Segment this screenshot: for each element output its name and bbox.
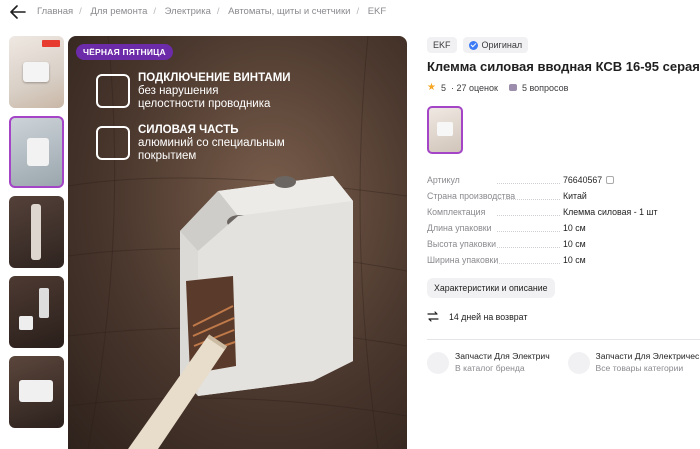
color-variant-thumbnail[interactable] (427, 106, 463, 154)
return-info: 14 дней на возврат (427, 311, 700, 322)
copy-icon[interactable] (606, 176, 615, 184)
questions-count[interactable]: 5 вопросов (522, 83, 568, 93)
spec-key: Артикул (427, 175, 460, 185)
card-subtitle: В каталог бренда (455, 363, 525, 373)
spec-value: Клемма силовая - 1 шт (563, 207, 658, 217)
promo-badge: ЧЁРНАЯ ПЯТНИЦА (76, 44, 173, 60)
star-icon: ★ (427, 82, 436, 93)
spec-row: Артикул 76640567 (427, 172, 700, 188)
category-icon (567, 352, 590, 374)
brand-category-cards: Запчасти Для Электрич В каталог бренда З… (427, 350, 700, 374)
spec-value: Китай (563, 191, 587, 201)
card-title: Запчасти Для Электричес (595, 351, 700, 361)
characteristics-button[interactable]: Характеристики и описание (427, 278, 555, 298)
thumbnail-3[interactable] (9, 196, 64, 268)
brand-card[interactable]: Запчасти Для Электрич В каталог бренда (427, 350, 560, 374)
power-part-icon (96, 126, 130, 160)
feature-title: СИЛОВАЯ ЧАСТЬ (138, 124, 239, 136)
feature-subtitle: алюминий со специальным (138, 137, 285, 149)
question-icon (508, 84, 517, 91)
thumbnail-2[interactable] (9, 116, 64, 188)
thumbnail-strip (9, 36, 65, 436)
original-badge: Оригинал (462, 37, 529, 53)
thumbnail-5[interactable] (9, 356, 64, 428)
feature-subtitle: без нарушения (138, 85, 219, 97)
rating-row: ★ 5 · 27 оценок 5 вопросов (427, 82, 700, 93)
product-title: Клемма силовая вводная КСВ 16-95 серая (427, 59, 700, 74)
spec-key: Ширина упаковки (427, 255, 499, 265)
breadcrumb: Главная / Для ремонта / Электрика / Автомат… (37, 6, 387, 17)
spec-row: Ширина упаковки 10 см (427, 252, 700, 268)
thumbnail-4[interactable] (9, 276, 64, 348)
breadcrumb-item-repair[interactable]: Для ремонта (90, 6, 147, 17)
spec-row: Высота упаковки 10 см (427, 236, 700, 252)
spec-value: 76640567 (563, 175, 603, 185)
breadcrumb-item-home[interactable]: Главная (37, 6, 73, 17)
spec-row: Длина упаковки 10 см (427, 220, 700, 236)
breadcrumb-item-electrics[interactable]: Электрика (165, 6, 211, 17)
brand-icon (427, 352, 449, 374)
screw-icon (96, 74, 130, 108)
top-bar: Главная / Для ремонта / Электрика / Автомат… (0, 0, 700, 24)
original-label: Оригинал (481, 40, 523, 50)
specs-list: Артикул 76640567 Страна производства Кит… (427, 172, 700, 268)
card-title: Запчасти Для Электрич (455, 351, 550, 361)
spec-value: 10 см (563, 239, 586, 249)
spec-value: 10 см (563, 223, 586, 233)
spec-key: Высота упаковки (427, 239, 496, 249)
return-icon (427, 311, 439, 322)
product-main-image[interactable]: ЧЁРНАЯ ПЯТНИЦА ПОДКЛЮЧЕНИЕ ВИНТАМИ без н… (68, 36, 407, 449)
divider (427, 339, 700, 340)
feature-subtitle: покрытием (138, 150, 197, 162)
back-arrow-icon[interactable] (10, 5, 26, 19)
return-text: 14 дней на возврат (449, 311, 528, 322)
spec-key: Комплектация (427, 207, 486, 217)
category-card[interactable]: Запчасти Для Электричес Все товары катег… (567, 350, 700, 374)
breadcrumb-item-breakers[interactable]: Автоматы, щиты и счетчики (228, 6, 350, 17)
breadcrumb-item-brand[interactable]: EKF (368, 6, 386, 17)
reviews-count[interactable]: · 27 оценок (451, 83, 498, 93)
spec-value: 10 см (563, 255, 586, 265)
card-subtitle: Все товары категории (595, 363, 684, 373)
spec-key: Длина упаковки (427, 223, 492, 233)
feature-subtitle: целостности проводника (138, 98, 271, 110)
thumbnail-1[interactable] (9, 36, 64, 108)
feature-title: ПОДКЛЮЧЕНИЕ ВИНТАМИ (138, 72, 291, 84)
product-info: EKF Оригинал Клемма силовая вводная КСВ … (427, 36, 700, 374)
brand-chip[interactable]: EKF (427, 37, 457, 53)
rating-value[interactable]: 5 (441, 83, 446, 93)
spec-row: Комплектация Клемма силовая - 1 шт (427, 204, 700, 220)
spec-row: Страна производства Китай (427, 188, 700, 204)
verified-check-icon (468, 40, 478, 50)
